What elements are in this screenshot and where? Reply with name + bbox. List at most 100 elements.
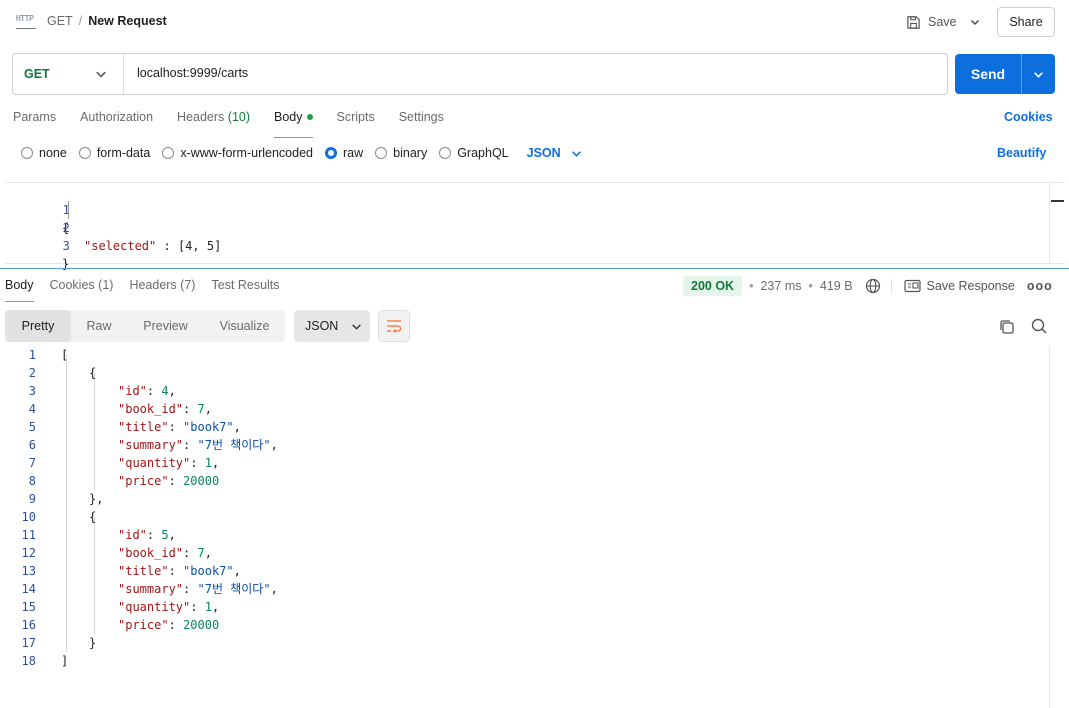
tab-label: Settings [398,110,444,124]
view-raw-button[interactable]: Raw [71,310,127,342]
response-format-label: JSON [305,319,339,333]
response-body-viewer[interactable]: 1 [ 2 { 3 "id": 4, 4 "book_id": 7, 5 "title":… [0,346,1049,708]
share-button[interactable]: Share [997,7,1055,37]
meta-divider [890,279,892,293]
breadcrumb-separator: / [78,14,83,28]
response-size[interactable]: 419 B [820,279,853,293]
radio-icon [21,147,33,159]
radio-icon [439,147,452,159]
radio-label: GraphQL [457,146,509,160]
send-options-button[interactable] [1022,54,1055,94]
save-icon [907,15,920,29]
body-type-none[interactable]: none [21,146,67,160]
wrap-lines-button[interactable] [378,310,410,342]
view-pretty-button[interactable]: Pretty [5,310,71,342]
line-number: 8 [28,474,36,488]
beautify-button[interactable]: Beautify [997,146,1046,160]
method-label: GET [24,67,50,81]
pane-splitter[interactable] [0,268,1069,269]
radio-icon [162,147,175,159]
indent-guide [94,373,95,490]
save-response-icon [903,279,921,293]
line-number: 7 [28,456,36,470]
globe-icon[interactable] [865,278,881,294]
url-input[interactable] [137,66,917,80]
line-number: 18 [21,654,36,668]
line-number: 10 [21,510,36,524]
response-scrollbar[interactable] [1049,346,1065,708]
code-text: { [89,510,97,524]
response-tab-body[interactable]: Body [5,278,34,302]
view-mode-segmented: Pretty Raw Preview Visualize [5,310,285,342]
code-text: "title": "book7", [118,420,241,434]
body-format-select[interactable]: JSON [527,146,582,160]
tab-label: Cookies [49,278,95,292]
cookies-link[interactable]: Cookies [1004,110,1053,124]
tab-label: Headers [129,278,177,292]
meta-separator: • [808,279,813,293]
send-button[interactable]: Send [955,54,1021,94]
line-number: 2 [28,366,36,380]
body-type-graphql[interactable]: GraphQL [439,146,509,160]
tab-scripts[interactable]: Scripts [337,110,375,132]
radio-label: binary [393,146,428,160]
code-text: "quantity": 1, [118,600,220,614]
request-editor-scrollbar[interactable] [1049,183,1065,263]
line-number: 14 [21,582,36,596]
code-line: 3 } [5,219,70,271]
code-text: { [89,366,97,380]
tab-label: Body [5,278,34,292]
breadcrumb: GET / New Request [47,14,167,28]
tab-settings[interactable]: Settings [399,110,444,132]
code-text: "quantity": 1, [118,456,220,470]
code-text: "summary": "7번 책이다", [118,582,278,596]
copy-icon[interactable] [998,318,1016,336]
line-number: 16 [21,618,36,632]
save-button[interactable]: Save [906,9,957,35]
scrollbar-marker [1051,200,1064,202]
tab-headers[interactable]: Headers (10) [177,110,250,132]
save-response-label: Save Response [926,279,1015,293]
body-type-binary[interactable]: binary [375,146,427,160]
response-tab-headers[interactable]: Headers (7) [129,278,195,300]
code-text: "book_id": 7, [118,546,212,560]
code-text: }, [89,492,104,506]
wrap-lines-icon [387,320,402,333]
status-badge[interactable]: 200 OK [683,276,743,296]
tab-authorization[interactable]: Authorization [80,110,153,132]
tab-body[interactable]: Body [274,110,313,138]
tab-params[interactable]: Params [13,110,56,132]
search-icon[interactable] [1030,317,1048,335]
code-line: 2 "selected" : [4, 5] [5,201,222,253]
response-time[interactable]: 237 ms [760,279,801,293]
code-text: "price": 20000 [118,618,220,632]
code-text: "id": 5, [118,528,176,542]
view-preview-button[interactable]: Preview [127,310,204,342]
body-type-urlencoded[interactable]: x-www-form-urlencoded [162,146,313,160]
view-visualize-button[interactable]: Visualize [204,310,285,342]
chevron-down-icon [352,323,362,330]
radio-icon [375,147,388,159]
body-type-raw[interactable]: raw [325,146,363,160]
code-text: } [62,257,70,271]
radio-label: none [39,146,67,160]
body-type-options: none form-data x-www-form-urlencoded raw… [21,146,582,160]
method-select[interactable]: GET [13,54,124,94]
line-number: 4 [28,402,36,416]
line-number: 5 [28,420,36,434]
code-text: "id": 4, [118,384,176,398]
response-tab-cookies[interactable]: Cookies (1) [50,278,114,300]
body-type-form-data[interactable]: form-data [78,146,150,160]
line-number: 1 [62,203,70,217]
request-body-editor[interactable]: 1 { 2 "selected" : [4, 5] 3 } [5,182,1065,271]
top-bar: HTTP GET / New Request Save Share [0,0,1069,44]
response-format-select[interactable]: JSON [294,310,370,342]
save-options-button[interactable] [962,9,988,35]
more-options-icon[interactable]: ooo [1027,279,1053,293]
tab-label: Params [13,110,57,124]
response-tab-test-results[interactable]: Test Results [211,278,279,300]
save-response-button[interactable]: Save Response [903,279,1015,293]
line-number: 6 [28,438,36,452]
request-name[interactable]: New Request [88,14,167,28]
code-text: "summary": "7번 책이다", [118,438,278,452]
